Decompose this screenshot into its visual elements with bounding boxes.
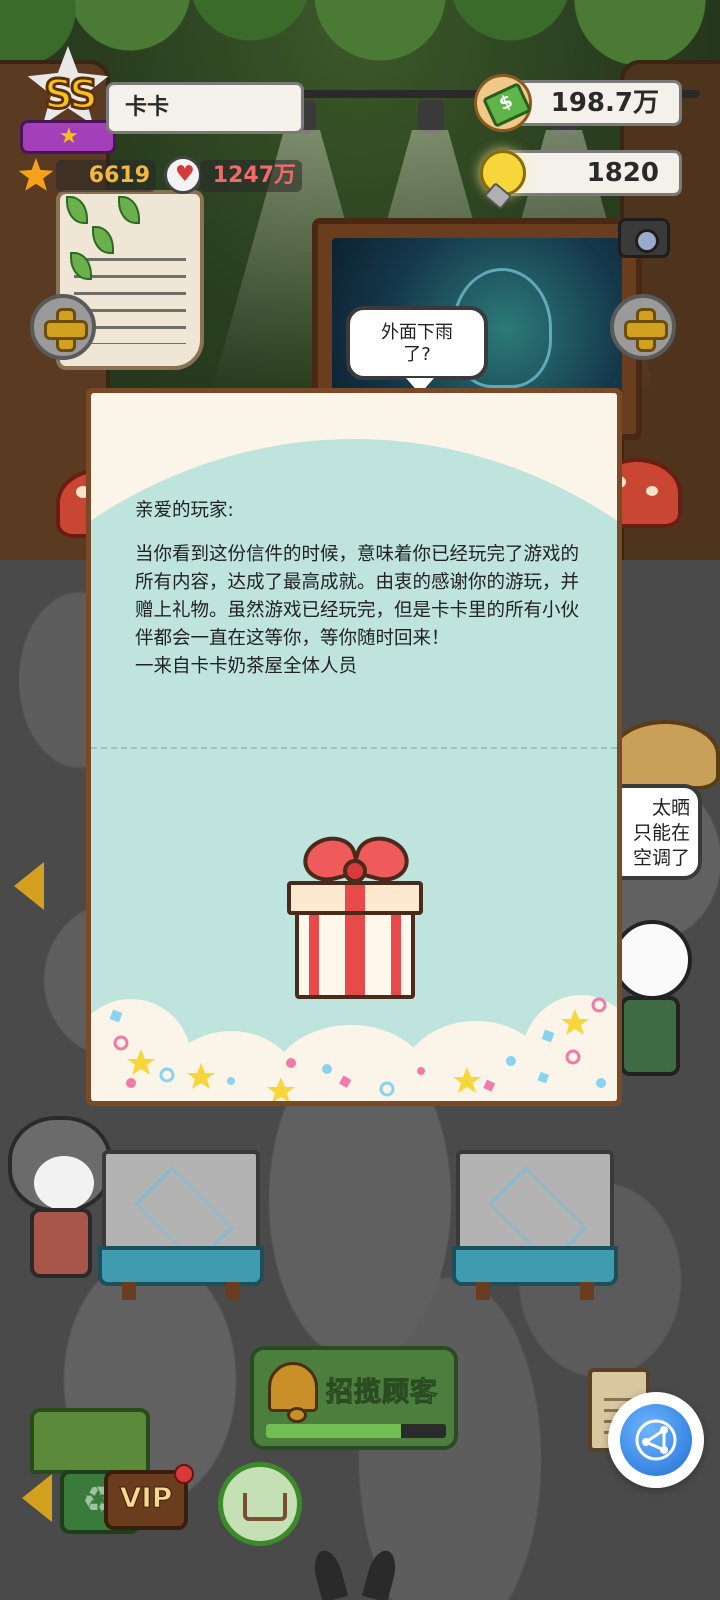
gift-lid	[287, 881, 423, 915]
table-cloth	[452, 1246, 618, 1286]
assistant-icon	[620, 1404, 692, 1476]
rank-ribbon	[20, 120, 116, 154]
fans-count: 1247万	[200, 160, 302, 192]
spotlight-lamp	[418, 100, 444, 134]
assistant-button[interactable]	[608, 1392, 704, 1488]
gift-box	[295, 903, 415, 999]
notification-dot	[174, 1464, 194, 1484]
letter-paper: 亲爱的玩家: 当你看到这份信件的时候，意味着你已经玩完了游戏的所有内容，达成了最…	[91, 393, 617, 1101]
cafe-table[interactable]	[452, 1150, 618, 1300]
gift-knot	[343, 859, 367, 883]
table-legs	[122, 1282, 240, 1300]
customer-speech-bubble: 外面下雨 了?	[346, 306, 488, 394]
add-decoration-button-left[interactable]	[30, 294, 96, 360]
plus-icon	[44, 308, 88, 352]
trash-cart[interactable]	[30, 1408, 150, 1474]
player-rank-badge[interactable]: SS	[20, 46, 116, 156]
cafe-table[interactable]	[98, 1150, 264, 1300]
confetti-decoration	[109, 997, 607, 1101]
dog-body	[30, 1208, 92, 1278]
recruit-customers-button[interactable]: 招揽顾客	[250, 1346, 458, 1450]
camera-icon[interactable]	[618, 218, 670, 258]
letter-content: 亲爱的玩家: 当你看到这份信件的时候，意味着你已经玩完了游戏的所有内容，达成了最…	[135, 497, 581, 681]
speech-text: 太晒 只能在 空调了	[632, 797, 690, 869]
cloud-decoration	[91, 991, 617, 1101]
panda-head	[612, 920, 692, 1000]
farmer-customer-hat[interactable]	[610, 720, 720, 790]
add-decoration-button-right[interactable]	[610, 294, 676, 360]
fans-heart-icon	[164, 156, 202, 194]
recruit-progress-fill	[266, 1424, 401, 1438]
speech-text: 外面下雨 了?	[381, 322, 453, 365]
shop-cart-icon[interactable]	[218, 1462, 302, 1546]
bulb-icon	[480, 150, 526, 196]
left-arrow-icon[interactable]	[22, 1474, 52, 1522]
table-cloth	[98, 1246, 264, 1286]
dog-face	[34, 1156, 94, 1210]
thank-you-letter-modal[interactable]: 亲爱的玩家: 当你看到这份信件的时候，意味着你已经玩完了游戏的所有内容，达成了最…	[86, 388, 622, 1106]
letter-greeting: 亲爱的玩家:	[135, 500, 234, 521]
rank-label: SS	[43, 71, 100, 120]
dog-musician[interactable]	[8, 1116, 112, 1286]
left-arrow-icon[interactable]	[14, 862, 44, 910]
recruit-progress-bar	[266, 1424, 446, 1438]
panda-body	[620, 996, 680, 1076]
letter-body: 当你看到这份信件的时候，意味着你已经玩完了游戏的所有内容，达成了最高成就。由衷的…	[135, 544, 580, 677]
table-legs	[476, 1282, 594, 1300]
panda-customer[interactable]	[612, 920, 692, 1080]
star-count: 6619	[56, 160, 156, 192]
gift-icon[interactable]	[281, 830, 431, 1003]
recruit-label: 招揽顾客	[326, 1377, 438, 1409]
bell-icon	[268, 1362, 318, 1423]
plus-icon	[624, 308, 668, 352]
player-name[interactable]: 卡卡	[106, 82, 304, 134]
money-icon	[474, 74, 532, 132]
dog-head	[8, 1116, 112, 1212]
letter-divider	[91, 747, 617, 749]
dog-ears-peek	[316, 1550, 396, 1600]
